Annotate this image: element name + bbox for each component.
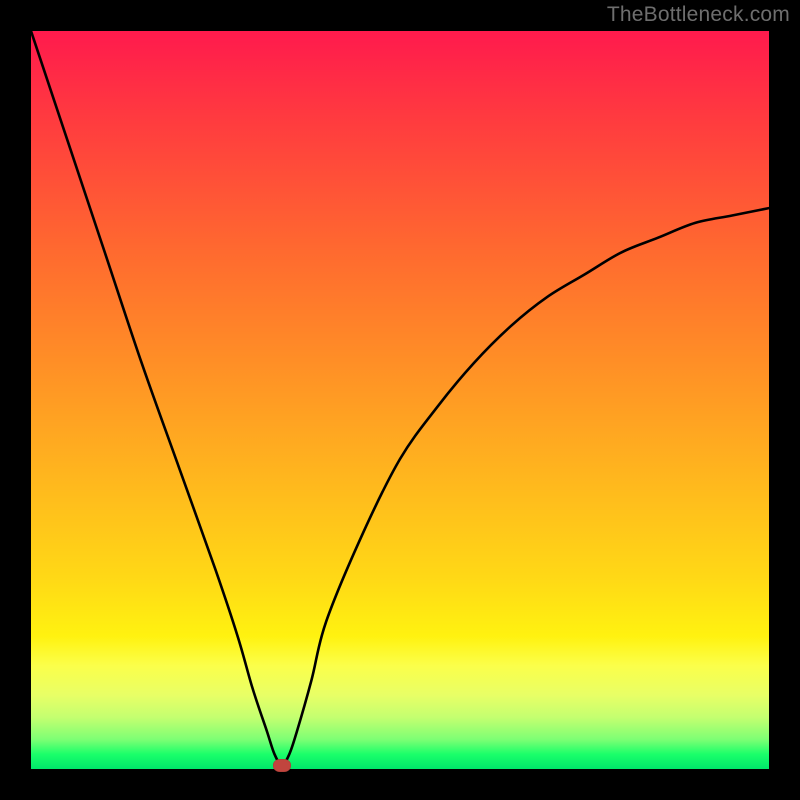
plot-area <box>31 31 769 769</box>
watermark-text: TheBottleneck.com <box>607 3 790 27</box>
chart-frame: TheBottleneck.com <box>0 0 800 800</box>
minimum-marker <box>273 759 291 772</box>
bottleneck-curve <box>31 31 769 769</box>
